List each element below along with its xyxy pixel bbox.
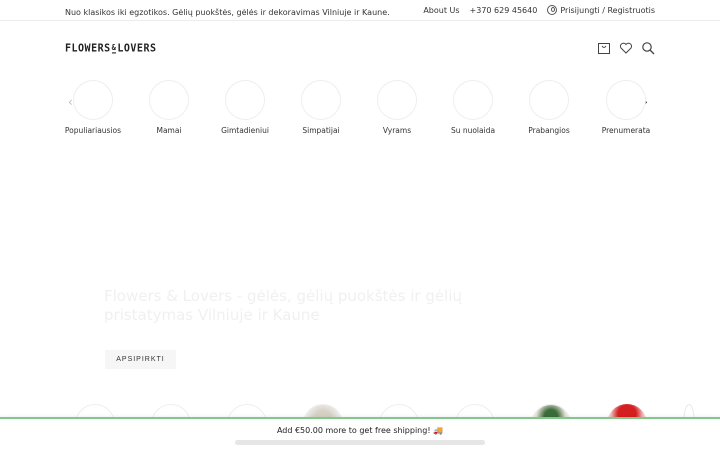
free-shipping-progress — [235, 440, 485, 445]
phone-link[interactable]: +370 629 45640 — [470, 6, 538, 15]
category-label: Populiariausios — [64, 126, 122, 135]
category-label: Gimtadieniui — [221, 126, 269, 135]
category-item[interactable]: Mamai — [131, 80, 207, 135]
free-shipping-bar: Add €50.00 more to get free shipping! 🚚 — [0, 417, 720, 450]
category-image — [606, 80, 646, 120]
header-icons — [589, 41, 655, 55]
logo-left: FLOWERS — [65, 42, 111, 55]
category-image — [529, 80, 569, 120]
logo[interactable]: FLOWERS&LOVERS — [65, 42, 157, 54]
logo-right: LOVERS — [117, 42, 157, 55]
category-image — [225, 80, 265, 120]
about-link[interactable]: About Us — [423, 6, 459, 15]
hero-title: Flowers & Lovers - gėlės, gėlių puokštės… — [104, 287, 462, 324]
account-label: Prisijungti / Registruotis — [560, 5, 655, 15]
category-label: Mamai — [156, 126, 182, 135]
search-icon[interactable] — [641, 41, 655, 55]
category-item[interactable]: Prabangios — [511, 80, 587, 135]
category-image — [73, 80, 113, 120]
category-label: Prabangios — [528, 126, 570, 135]
category-image — [149, 80, 189, 120]
category-label: Su nuolaida — [450, 126, 496, 135]
category-label: Simpatijai — [302, 126, 340, 135]
account-link[interactable]: Prisijungti / Registruotis — [547, 5, 655, 15]
category-item[interactable]: Su nuolaida — [435, 80, 511, 135]
category-item[interactable]: Prenumerata — [588, 80, 664, 135]
category-label: Prenumerata — [601, 126, 651, 135]
tagline: Nuo klasikos iki egzotikos. Gėlių puokšt… — [65, 8, 390, 17]
category-label: Vyrams — [382, 126, 412, 135]
user-icon — [547, 5, 558, 15]
category-image — [301, 80, 341, 120]
cart-icon[interactable] — [597, 41, 611, 55]
category-item[interactable]: Vyrams — [359, 80, 435, 135]
category-image — [453, 80, 493, 120]
category-carousel: Populiariausios Mamai Gimtadieniui Simpa… — [55, 80, 665, 140]
logo-amp: & — [111, 43, 117, 54]
free-shipping-message: Add €50.00 more to get free shipping! 🚚 — [276, 426, 444, 435]
category-item[interactable]: Simpatijai — [283, 80, 359, 135]
category-image — [377, 80, 417, 120]
top-links: About Us +370 629 45640 Prisijungti / Re… — [423, 5, 655, 15]
heart-icon[interactable] — [619, 41, 633, 55]
top-bar: Nuo klasikos iki egzotikos. Gėlių puokšt… — [0, 0, 720, 21]
category-item[interactable]: Gimtadieniui — [207, 80, 283, 135]
category-item[interactable]: Populiariausios — [55, 80, 131, 135]
shop-button[interactable]: APSIPIRKTI — [105, 350, 176, 369]
